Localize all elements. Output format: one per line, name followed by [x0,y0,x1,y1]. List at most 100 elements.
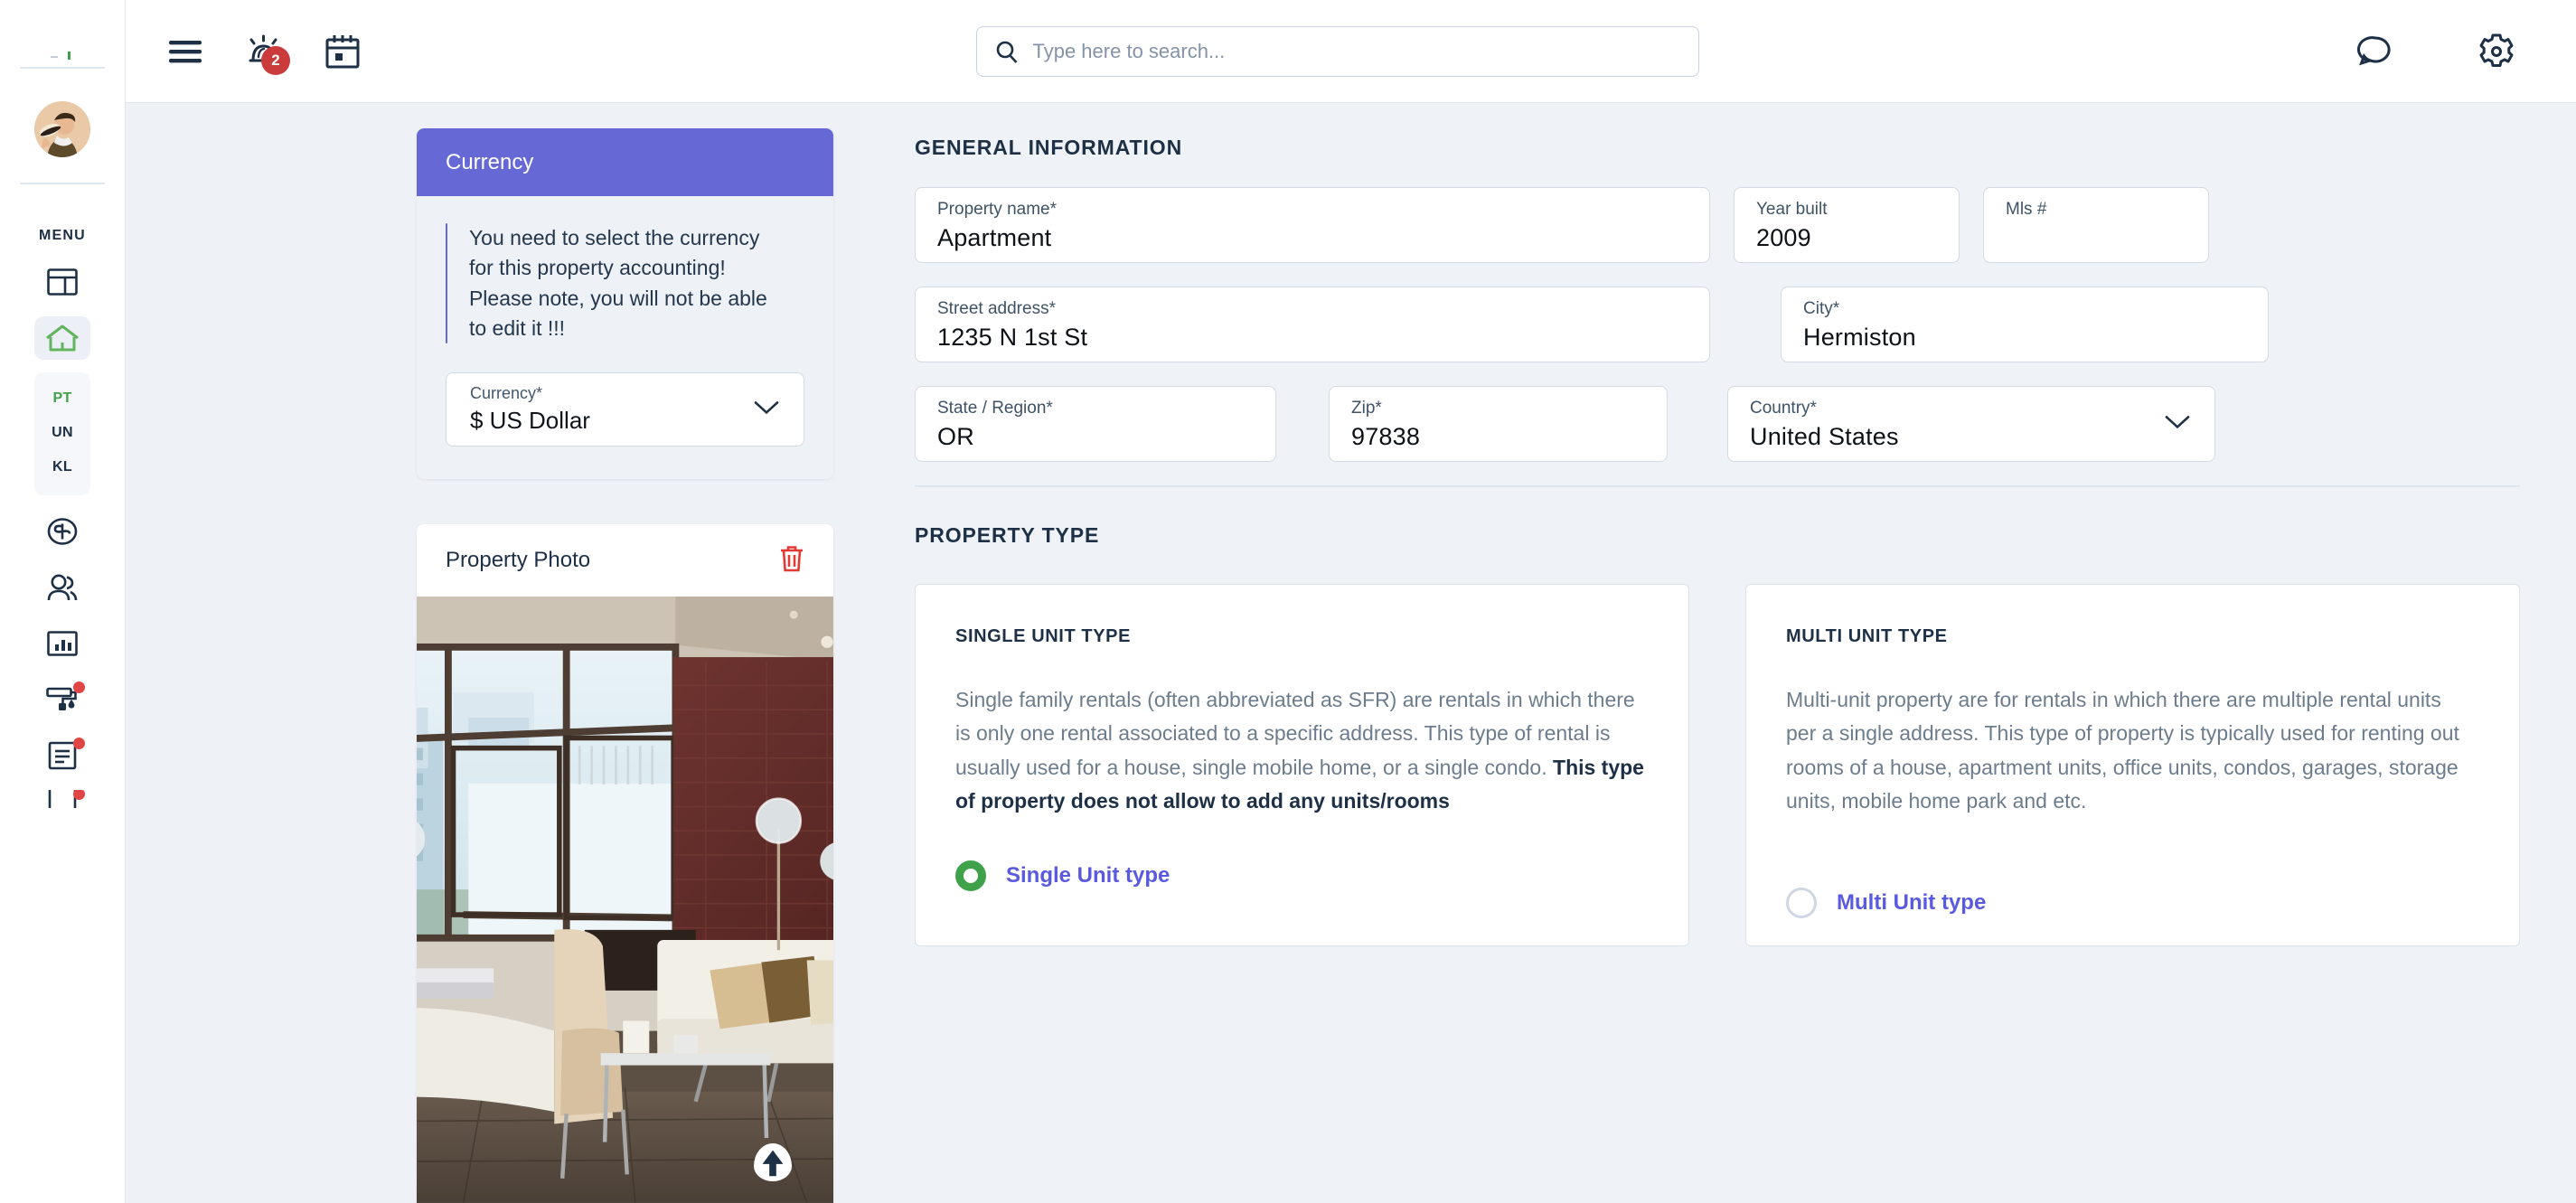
single-unit-radio[interactable] [955,860,986,891]
street-address-value: 1235 N 1st St [937,324,1088,351]
sidebar-subitem-pt[interactable]: PT [52,381,71,416]
zip-value: 97838 [1351,423,1421,450]
year-built-field[interactable]: Year built 2009 [1734,187,1960,263]
chat-button[interactable] [2346,23,2404,80]
notice-text: You need to select the currency for this… [468,226,767,341]
single-unit-type-card[interactable]: SINGLE UNIT TYPE Single family rentals (… [915,584,1689,946]
property-name-label: Property name* [937,200,1058,219]
multi-unit-type-card[interactable]: MULTI UNIT TYPE Multi-unit property are … [1745,584,2520,946]
alerts-count-badge: 2 [261,45,290,75]
form-row-1: Property name* Apartment Year built 2009… [915,187,2520,263]
multi-unit-radio[interactable] [1786,887,1817,918]
sidebar-subnav: PT UN KL [34,372,90,495]
currency-card-title: Currency [417,128,833,196]
interior-photo [417,597,833,1203]
alerts-button[interactable]: 2 [236,23,294,80]
multi-unit-radio-row[interactable]: Multi Unit type [1786,887,2476,918]
zip-field[interactable]: Zip* 97838 [1329,386,1668,462]
document-icon [48,741,77,770]
country-chevron-down-icon [2164,414,2191,435]
currency-notice: You need to select the currency for this… [446,223,804,344]
year-built-value: 2009 [1756,224,1811,251]
delete-photo-button[interactable] [779,544,804,578]
property-photo-header: Property Photo [417,524,833,597]
topbar: 2 [126,0,2576,103]
mls-number-label: Mls # [2006,200,2047,219]
property-type-heading: PROPERTY TYPE [915,523,1100,547]
property-photo-title: Property Photo [446,548,591,573]
sidebar-item-extra[interactable] [34,790,90,808]
single-unit-type-label: SINGLE UNIT TYPE [955,626,1132,646]
property-type-options: SINGLE UNIT TYPE Single family rentals (… [915,584,2520,946]
single-unit-radio-row[interactable]: Single Unit type [955,860,1645,891]
multi-unit-radio-label: Multi Unit type [1837,889,1987,915]
sidebar-item-reports[interactable] [34,622,90,665]
multi-unit-type-label: MULTI UNIT TYPE [1786,626,1948,646]
people-icon [47,574,78,601]
search-icon [996,41,1017,63]
chevron-down-icon [753,400,780,421]
state-region-label: State / Region* [937,399,1053,418]
sidebar-item-dashboard[interactable] [34,260,90,304]
property-photo-image [417,597,833,1203]
street-address-label: Street address* [937,299,1056,318]
sidebar-item-maintenance[interactable] [34,678,90,721]
country-label: Country* [1750,399,1817,418]
currency-select-label: Currency* [470,384,543,403]
right-column: GENERAL INFORMATION Property name* Apart… [860,103,2576,1203]
bar-chart-icon [47,631,78,656]
sidebar-divider-bottom [20,183,105,184]
country-field[interactable]: Country* United States [1727,386,2215,462]
gear-icon [2479,33,2514,67]
dollar-circle-icon [47,518,78,545]
avatar[interactable] [34,101,90,157]
app-logo[interactable] [0,0,125,60]
sidebar-item-accounting[interactable] [34,510,90,553]
left-column: Currency You need to select the currency… [126,103,860,1203]
single-unit-radio-label: Single Unit type [1006,862,1170,888]
zip-label: Zip* [1351,399,1382,418]
main-area: 2 Type here to search... Currency You ne… [126,0,2576,1203]
sidebar-item-tenants[interactable] [34,566,90,609]
country-value: United States [1750,423,1899,450]
page-content: Currency You need to select the currency… [126,103,2576,1203]
sidebar-item-documents[interactable] [34,734,90,777]
topbar-right-actions [2283,23,2525,80]
hamburger-menu-button[interactable] [158,23,216,80]
settings-button[interactable] [2468,23,2525,80]
sidebar-subitem-un[interactable]: UN [52,416,73,450]
trash-icon [781,546,803,572]
search-box[interactable] [975,25,1699,77]
currency-card-body: You need to select the currency for this… [417,196,833,479]
sidebar-item-properties[interactable] [34,316,90,360]
single-unit-desc-text: Single family rentals (often abbreviated… [955,688,1635,779]
single-unit-type-description: Single family rentals (often abbreviated… [955,683,1645,819]
calendar-button[interactable] [314,23,371,80]
upload-photo-button[interactable] [754,1143,792,1181]
hamburger-icon [169,40,202,62]
multi-unit-type-description: Multi-unit property are for rentals in w… [1786,688,2459,813]
street-address-field[interactable]: Street address* 1235 N 1st St [915,287,1710,362]
upload-icon [762,1150,784,1177]
currency-select[interactable]: Currency* $ US Dollar [446,372,804,447]
mls-number-field[interactable]: Mls # [1983,187,2209,263]
currency-card: Currency You need to select the currency… [417,128,833,480]
sidebar-subitem-kl[interactable]: KL [52,450,72,484]
city-label: City* [1803,299,1840,318]
state-region-field[interactable]: State / Region* OR [915,386,1276,462]
property-name-value: Apartment [937,224,1052,251]
chat-bubble-icon [2357,35,2391,65]
form-row-3: State / Region* OR Zip* 97838 Country* U… [915,386,2520,462]
mls-number-value [2006,224,2186,253]
search-input[interactable] [1032,39,1680,63]
property-name-field[interactable]: Property name* Apartment [915,187,1710,263]
dashboard-icon [47,268,78,296]
city-value: Hermiston [1803,324,1916,351]
maintenance-badge [73,681,85,693]
sidebar-divider-top [20,67,105,69]
city-field[interactable]: City* Hermiston [1781,287,2269,362]
notice-accent-bar [446,223,447,344]
general-information-heading: GENERAL INFORMATION [915,136,1183,159]
state-region-value: OR [937,423,974,450]
home-icon [46,324,79,352]
